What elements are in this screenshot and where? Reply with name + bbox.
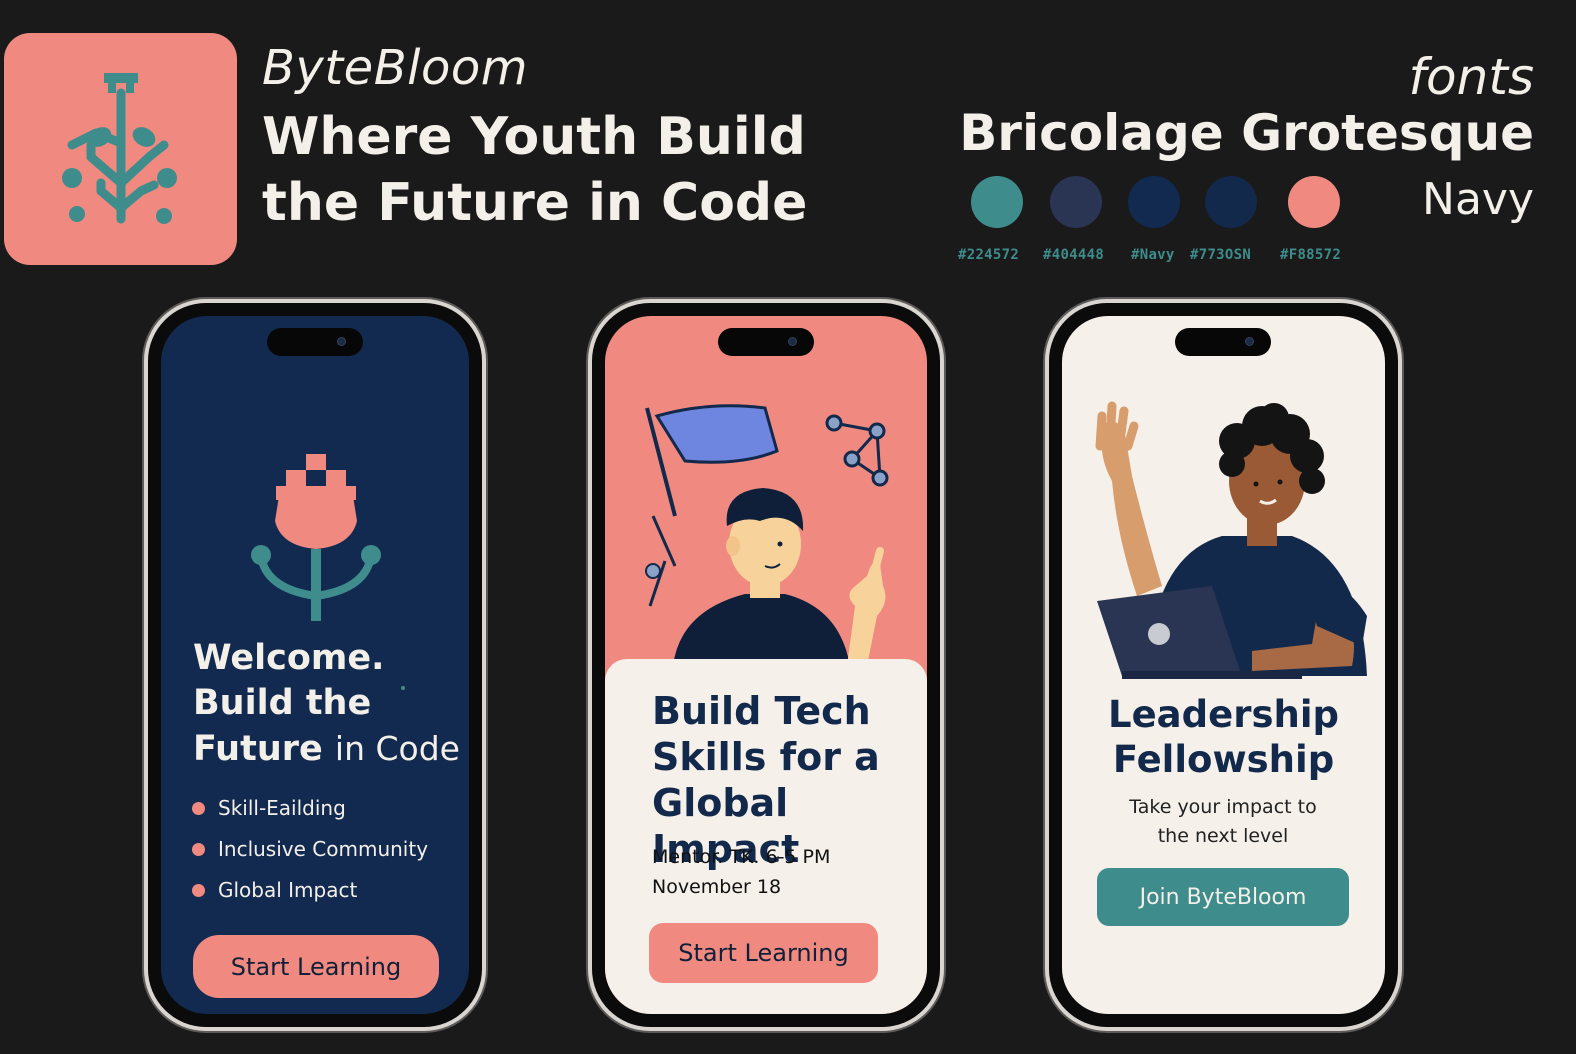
title-line: Future in Code [193,726,463,772]
phone-side-button [1399,514,1403,588]
bullet-label: Skill-Eailding [218,796,346,820]
title-word: in Code [334,729,460,768]
swatch-slate [1050,176,1102,228]
phone-screen: Leadership Fellowship Take your impact t… [1062,316,1385,1014]
bullet-item: Skill-Eailding [192,796,346,820]
bullet-dot-icon [192,883,205,897]
swatch-deep-navy [1205,176,1257,228]
event-date: November 18 [652,876,782,898]
title-line: Welcome. [193,638,385,678]
start-learning-button[interactable]: Start Learning [649,923,878,983]
fellow-illustration [1095,401,1367,679]
title-word: Future [193,729,323,769]
swatch-code: #Navy [1131,247,1175,263]
swatch-teal [971,176,1023,228]
dynamic-island [267,328,363,356]
student-illustration [645,404,889,666]
bullet-dot-icon [192,842,205,856]
color-name: Navy [1422,174,1534,225]
swatch-code: #773OSN [1190,247,1252,263]
decor-dot [401,686,405,690]
dynamic-island [718,328,814,356]
swatch-code: #F88572 [1280,247,1342,263]
app-icon [4,33,237,265]
phone-side-button [941,514,945,588]
sprout-circuit-icon [62,73,177,224]
phone-screen: Welcome. Build the Future in Code Skill-… [161,316,469,1014]
phone-side-button [483,514,487,588]
camera-icon [338,338,345,345]
bullet-label: Global Impact [218,878,358,902]
swatch-code: #404448 [1043,247,1105,263]
bullet-item: Global Impact [192,878,357,902]
camera-icon [1246,338,1253,345]
leadership-title: Leadership Fellowship [1108,693,1339,781]
bullet-item: Inclusive Community [192,837,428,861]
fonts-label: fonts [1408,48,1534,106]
start-learning-button[interactable]: Start Learning [193,935,439,998]
bullet-dot-icon [192,801,205,815]
swatch-code: #224572 [958,247,1020,263]
leadership-subtitle: Take your impact to the next level [1129,796,1317,847]
brand-name: ByteBloom [262,40,528,96]
welcome-title: Welcome. Build the Future in Code [193,636,463,772]
dynamic-island [1175,328,1271,356]
tagline: Where Youth Build the Future in Code [262,107,808,233]
camera-icon [789,338,796,345]
swatch-navy [1128,176,1180,228]
bullet-label: Inclusive Community [218,837,429,861]
phone-screen: Build Tech Skills for a Global Impact Me… [605,316,927,1014]
phone-frame-leadership: Leadership Fellowship Take your impact t… [1049,303,1398,1027]
event-time: Mentor. TK. 6-5 PM [652,846,831,868]
phone-frame-welcome: Welcome. Build the Future in Code Skill-… [148,303,482,1027]
title-line: Build the [193,683,372,723]
phone-frame-tech-skills: Build Tech Skills for a Global Impact Me… [592,303,940,1027]
sprout-flower-icon [251,454,381,621]
join-bytebloom-button[interactable]: Join ByteBloom [1097,868,1349,926]
font-name: Bricolage Grotesque [959,104,1534,162]
swatch-coral [1288,176,1340,228]
